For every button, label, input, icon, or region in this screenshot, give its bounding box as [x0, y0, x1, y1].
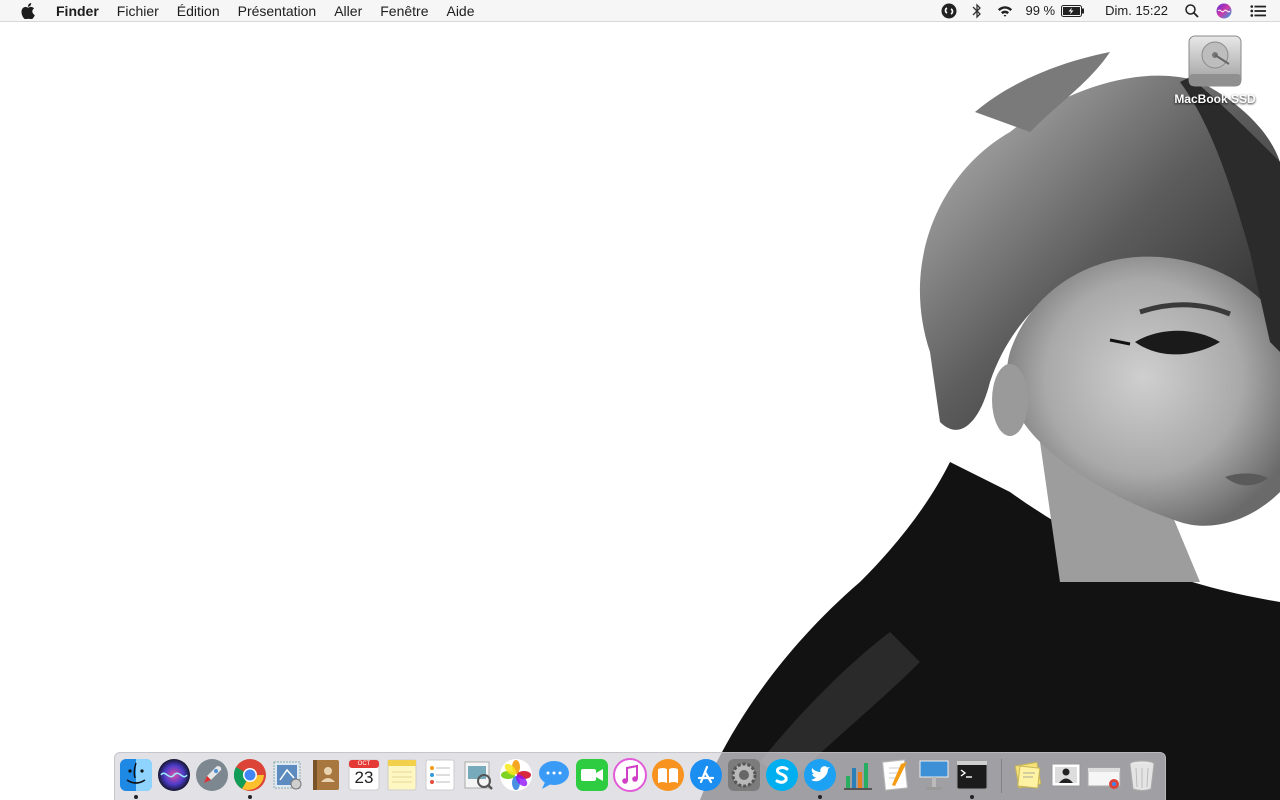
dock-item-numbers[interactable]: [841, 758, 875, 792]
dock-separator: [1001, 759, 1002, 793]
dock-item-stickies-folder[interactable]: [1011, 758, 1045, 792]
battery-charging-icon[interactable]: [1061, 3, 1085, 19]
dock-item-launchpad[interactable]: [195, 758, 229, 792]
hard-drive-icon: [1188, 35, 1242, 87]
running-indicator: [134, 795, 138, 799]
dock-item-ibooks[interactable]: [651, 758, 685, 792]
shazam-icon[interactable]: [941, 3, 957, 19]
dock-item-pages[interactable]: [879, 758, 913, 792]
dock-item-messages[interactable]: [537, 758, 571, 792]
siri-app-icon: [158, 759, 190, 791]
dock-item-system-preferences[interactable]: [727, 758, 761, 792]
desktop-item-macbook-ssd[interactable]: MacBook SSD: [1172, 30, 1258, 120]
app-store-icon: [690, 759, 722, 791]
apple-menu-icon[interactable]: [20, 2, 36, 19]
dock-item-trash[interactable]: [1125, 758, 1159, 792]
numbers-chart-icon: [844, 763, 872, 790]
menu-clock[interactable]: Dim. 15:22: [1105, 0, 1168, 22]
gear-icon: [728, 759, 760, 791]
dock-item-itunes[interactable]: [613, 758, 647, 792]
spotlight-search-icon[interactable]: [1184, 3, 1200, 19]
dock: OCT 23: [114, 752, 1166, 800]
photos-icon: [500, 759, 532, 791]
siri-icon[interactable]: [1216, 3, 1232, 19]
keynote-podium-icon: [919, 760, 949, 790]
dock-item-preview[interactable]: [461, 758, 495, 792]
menu-aller[interactable]: Aller: [325, 0, 371, 22]
trash-icon: [1129, 760, 1155, 791]
dock-item-twitter[interactable]: [803, 758, 837, 799]
dock-item-contacts[interactable]: [309, 758, 343, 792]
twitter-bird-icon: [804, 759, 836, 791]
sticky-notes-stack-icon: [1014, 761, 1042, 789]
dock-item-mail[interactable]: [271, 758, 305, 792]
preview-icon: [464, 761, 493, 790]
battery-percentage[interactable]: 99 %: [1025, 0, 1055, 22]
running-indicator: [970, 795, 974, 799]
calendar-month: OCT: [357, 761, 371, 767]
desktop-item-label: MacBook SSD: [1174, 92, 1256, 106]
contacts-book-icon: [313, 760, 339, 790]
dock-item-chrome[interactable]: [233, 758, 267, 799]
dock-item-calendar[interactable]: OCT 23: [347, 758, 381, 792]
wifi-icon[interactable]: [997, 3, 1013, 19]
dock-item-photo-stack[interactable]: [1049, 758, 1083, 792]
dock-item-reminders[interactable]: [423, 758, 457, 792]
dock-item-notes[interactable]: [385, 758, 419, 792]
menu-fichier[interactable]: Fichier: [108, 0, 168, 22]
ibooks-icon: [652, 759, 684, 791]
notes-icon: [387, 759, 417, 791]
calendar-day: 23: [354, 768, 374, 787]
launchpad-rocket-icon: [196, 759, 228, 791]
dock-item-downloads-stack[interactable]: [1087, 758, 1121, 792]
desktop-wallpaper: [700, 52, 1280, 800]
reminders-icon: [425, 759, 455, 791]
finder-icon: [120, 759, 152, 791]
notification-center-icon[interactable]: [1250, 3, 1266, 19]
dock-item-skype[interactable]: [765, 758, 799, 792]
downloads-stack-icon: [1087, 767, 1121, 789]
chrome-icon: [233, 759, 266, 791]
facetime-icon: [576, 759, 608, 791]
bluetooth-icon[interactable]: [969, 3, 985, 19]
menu-finder[interactable]: Finder: [47, 0, 108, 22]
terminal-icon: [956, 760, 988, 790]
itunes-music-note-icon: [613, 758, 647, 792]
pages-icon: [882, 759, 908, 791]
menu-presentation[interactable]: Présentation: [229, 0, 326, 22]
dock-item-facetime[interactable]: [575, 758, 609, 792]
photo-stack-icon: [1051, 763, 1081, 787]
running-indicator: [248, 795, 252, 799]
menu-bar: Finder Fichier Édition Présentation Alle…: [0, 0, 1280, 22]
mail-stamp-icon: [273, 761, 302, 790]
dock-item-keynote[interactable]: [917, 758, 951, 792]
dock-item-finder[interactable]: [119, 758, 153, 799]
skype-icon: [766, 759, 798, 791]
messages-bubble-icon: [539, 761, 569, 789]
menu-aide[interactable]: Aide: [437, 0, 483, 22]
menu-edition[interactable]: Édition: [168, 0, 229, 22]
dock-item-photos[interactable]: [499, 758, 533, 792]
dock-item-terminal[interactable]: [955, 758, 989, 799]
dock-item-app-store[interactable]: [689, 758, 723, 792]
running-indicator: [818, 795, 822, 799]
dock-item-siri[interactable]: [157, 758, 191, 792]
menu-fenetre[interactable]: Fenêtre: [371, 0, 437, 22]
